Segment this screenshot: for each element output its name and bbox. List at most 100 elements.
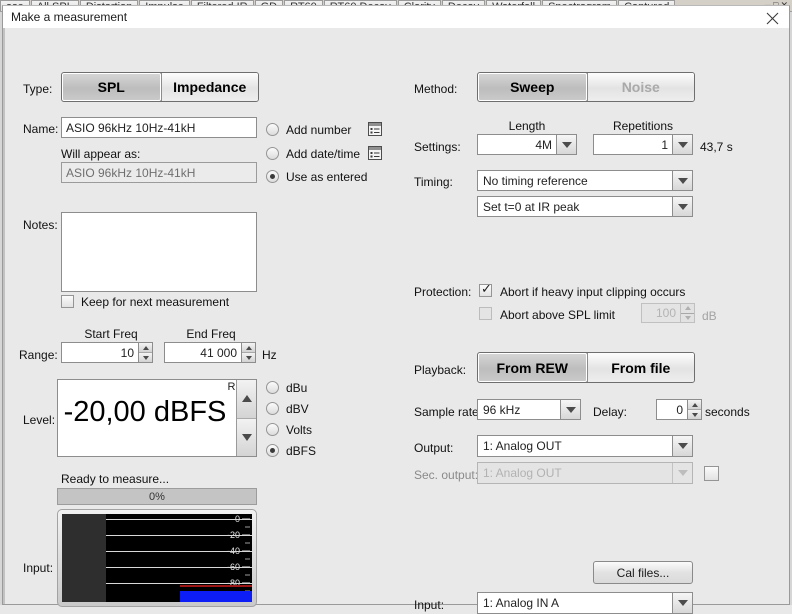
application-window: aseAll SPLDistortionImpulseFiltered IRGD…: [0, 0, 792, 614]
dialog-title: Make a measurement: [11, 10, 128, 24]
playback-label: Playback:: [414, 363, 467, 377]
delay-label: Delay:: [593, 405, 628, 419]
level-display[interactable]: RMS -20,00 dBFS: [57, 379, 257, 457]
cal-files-button[interactable]: Cal files...: [593, 561, 693, 584]
end-freq-stepper-up[interactable]: [242, 343, 255, 352]
delay-input[interactable]: [656, 399, 688, 420]
delay-unit-label: seconds: [705, 405, 750, 419]
scope-mintick-70: [245, 574, 250, 576]
sec-output-combobox: 1: Analog OUT: [477, 462, 693, 484]
scope-mintick-10: [245, 526, 250, 528]
spl-limit-stepper-down: [681, 312, 694, 322]
output-combobox[interactable]: 1: Analog OUT: [477, 435, 693, 457]
playback-toggle-group[interactable]: From REW From file: [477, 352, 695, 383]
add-number-format-icon[interactable]: [368, 122, 382, 136]
level-unit-radio-dbu[interactable]: [266, 381, 279, 394]
scope-gridline-60: [106, 566, 252, 568]
keep-for-next-measurement-checkbox[interactable]: [61, 295, 74, 308]
end-freq-input[interactable]: [164, 342, 242, 363]
dialog-title-bar: Make a measurement: [3, 6, 789, 29]
level-stepper-up[interactable]: [237, 380, 256, 418]
end-freq-label: End Freq: [186, 327, 236, 341]
dialog-body: Type: SPL Impedance Name: Will appear as…: [3, 28, 789, 614]
chevron-down-icon[interactable]: [556, 135, 576, 154]
level-stepper[interactable]: [236, 380, 256, 456]
method-label: Method:: [414, 82, 458, 96]
will-appear-as-label: Will appear as:: [61, 147, 141, 161]
chevron-down-icon[interactable]: [672, 593, 692, 613]
input-meter-scope: 0 -20 -40 -60 -80 -100: [62, 514, 252, 602]
input-meter-frame: 0 -20 -40 -60 -80 -100: [57, 509, 257, 607]
method-option-noise[interactable]: Noise: [586, 73, 694, 101]
name-label: Name:: [23, 122, 59, 136]
abort-spl-limit-label: Abort above SPL limit: [500, 308, 615, 322]
abort-clipping-checkbox[interactable]: ✓: [479, 283, 492, 297]
spl-limit-stepper-up: [681, 304, 694, 313]
playback-option-from-file[interactable]: From file: [586, 353, 694, 382]
spl-limit-unit-label: dB: [702, 309, 717, 323]
type-option-impedance[interactable]: Impedance: [160, 73, 258, 101]
type-toggle-group[interactable]: SPL Impedance: [61, 72, 259, 102]
delay-stepper[interactable]: [688, 399, 702, 420]
end-freq-stepper[interactable]: [242, 342, 256, 363]
method-option-sweep[interactable]: Sweep: [478, 73, 587, 101]
chevron-down-icon[interactable]: [560, 400, 580, 419]
sec-output-enable-checkbox[interactable]: [704, 466, 719, 481]
chevron-down-icon[interactable]: [672, 197, 692, 216]
start-freq-stepper-up[interactable]: [139, 343, 152, 352]
output-value: 1: Analog OUT: [483, 439, 562, 453]
measure-status-text: Ready to measure...: [61, 472, 170, 486]
type-option-spl[interactable]: SPL: [62, 73, 161, 101]
start-freq-label: Start Freq: [84, 327, 138, 341]
end-freq-stepper-down[interactable]: [242, 352, 255, 362]
scope-axis-gutter: [62, 514, 106, 602]
notes-label: Notes:: [23, 218, 58, 232]
input-source-combobox[interactable]: 1: Analog IN A: [477, 592, 693, 614]
naming-label-add-number: Add number: [286, 123, 352, 137]
input-source-label: Input:: [414, 598, 445, 612]
delay-stepper-up[interactable]: [688, 400, 701, 409]
playback-option-from-rew[interactable]: From REW: [478, 353, 587, 382]
naming-radio-use-as-entered[interactable]: [266, 170, 279, 183]
naming-radio-add-datetime[interactable]: [266, 147, 279, 160]
protection-label: Protection:: [414, 285, 472, 299]
naming-radio-add-number[interactable]: [266, 123, 279, 136]
level-unit-radio-dbv[interactable]: [266, 402, 279, 415]
close-icon[interactable]: [759, 8, 785, 26]
start-freq-stepper-down[interactable]: [139, 352, 152, 362]
chevron-down-icon[interactable]: [672, 436, 692, 456]
level-unit-radio-dbfs[interactable]: [266, 444, 279, 457]
timing-zero-combobox[interactable]: Set t=0 at IR peak: [477, 196, 693, 217]
length-combobox[interactable]: 4M: [477, 134, 577, 155]
level-unit-label-dbfs: dBFS: [286, 444, 317, 458]
level-label: Level:: [23, 413, 56, 427]
repetitions-value: 1: [661, 137, 668, 152]
timing-reference-value: No timing reference: [483, 173, 588, 188]
repetitions-combobox[interactable]: 1: [593, 134, 693, 155]
measure-progress-value: 0%: [149, 490, 165, 503]
start-freq-stepper[interactable]: [139, 342, 153, 363]
level-unit-radio-volts[interactable]: [266, 423, 279, 436]
scope-gridline-20: [106, 535, 252, 537]
naming-label-use-as-entered: Use as entered: [286, 170, 368, 184]
input-source-value: 1: Analog IN A: [483, 596, 560, 610]
range-label: Range:: [19, 348, 58, 362]
add-datetime-format-icon[interactable]: [368, 146, 382, 160]
method-toggle-group[interactable]: Sweep Noise: [477, 72, 695, 102]
chevron-down-icon: [672, 463, 692, 483]
sweep-duration-text: 43,7 s: [700, 140, 733, 154]
measure-progress-bar: 0%: [57, 488, 257, 505]
level-unit-label-dbu: dBu: [286, 381, 308, 395]
range-unit-label: Hz: [262, 348, 277, 362]
start-freq-input[interactable]: [61, 342, 139, 363]
timing-reference-combobox[interactable]: No timing reference: [477, 170, 693, 191]
scope-mintick-30: [245, 542, 250, 544]
abort-spl-limit-checkbox[interactable]: [479, 307, 492, 320]
name-input[interactable]: [61, 117, 257, 138]
sample-rate-combobox[interactable]: 96 kHz: [477, 399, 581, 420]
chevron-down-icon[interactable]: [672, 135, 692, 154]
level-stepper-down[interactable]: [237, 417, 256, 456]
delay-stepper-down[interactable]: [688, 409, 701, 419]
notes-textarea[interactable]: [61, 212, 257, 292]
chevron-down-icon[interactable]: [672, 171, 692, 190]
